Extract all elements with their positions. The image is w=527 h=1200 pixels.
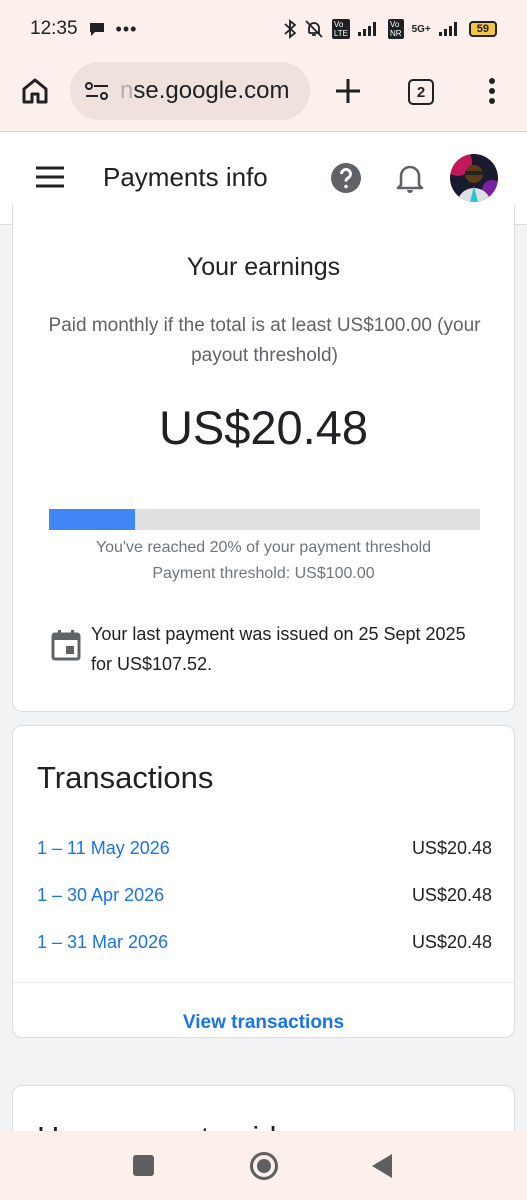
last-payment-text: Your last payment was issued on 25 Sept … [91, 624, 466, 674]
notifications-icon[interactable] [396, 162, 424, 194]
volte-badge: Vo LTE [331, 19, 350, 39]
site-settings-icon[interactable] [84, 80, 110, 102]
avatar[interactable] [450, 154, 498, 202]
transaction-amount: US$20.48 [411, 885, 492, 905]
transactions-title: Transactions [37, 760, 214, 795]
vonr-badge: Vo NR [388, 19, 404, 39]
system-navigation-bar [0, 1131, 527, 1200]
signal-icon [358, 22, 376, 36]
transaction-amount: US$20.48 [411, 932, 492, 952]
threshold-text: Payment threshold: US$100.00 [152, 565, 375, 582]
menu-icon[interactable] [36, 166, 64, 188]
battery-icon: 59 [468, 21, 497, 37]
network-type: 5G+ [411, 23, 431, 35]
earnings-subtitle: Paid monthly if the total is at least US… [48, 315, 481, 366]
threshold-progress-bar [49, 509, 480, 530]
tab-switcher-button[interactable]: 2 [408, 79, 434, 105]
transaction-row: 1 – 30 Apr 2026 US$20.48 [37, 885, 492, 911]
more-options-icon[interactable] [482, 76, 502, 106]
progress-text: You've reached 20% of your payment thres… [95, 539, 432, 556]
earnings-amount: US$20.48 [158, 401, 369, 454]
transaction-period-link[interactable]: 1 – 31 Mar 2026 [37, 932, 168, 953]
threshold-progress-fill [49, 509, 136, 530]
status-time: 12:35 [30, 18, 78, 39]
view-transactions-button[interactable]: View transactions [13, 1012, 514, 1034]
recents-button[interactable] [133, 1155, 154, 1176]
earnings-title: Your earnings [186, 253, 341, 281]
signal-icon-2 [438, 22, 457, 36]
chat-bubble-icon [89, 23, 104, 36]
transaction-amount: US$20.48 [411, 838, 492, 858]
help-icon[interactable] [330, 162, 362, 194]
earnings-card: Your earnings Paid monthly if the total … [12, 205, 515, 712]
url-text: nse.google.com [120, 77, 290, 104]
profile-photo-icon [450, 154, 498, 202]
home-button-icon[interactable] [249, 1151, 279, 1181]
transactions-card: Transactions 1 – 11 May 2026 US$20.48 1 … [12, 725, 515, 1038]
browser-toolbar: nse.google.com 2 [0, 58, 527, 132]
home-icon[interactable] [20, 76, 50, 106]
new-tab-icon[interactable] [332, 75, 364, 107]
page-title: Payments info [103, 162, 268, 192]
divider [13, 982, 514, 983]
transaction-row: 1 – 31 Mar 2026 US$20.48 [37, 932, 492, 958]
calendar-icon [51, 630, 81, 661]
back-button-icon[interactable] [371, 1153, 393, 1179]
mute-bell-icon [305, 20, 323, 38]
transaction-period-link[interactable]: 1 – 11 May 2026 [37, 838, 170, 859]
transaction-row: 1 – 11 May 2026 US$20.48 [37, 838, 492, 864]
transaction-period-link[interactable]: 1 – 30 Apr 2026 [37, 885, 164, 906]
more-notifications-icon: ••• [115, 18, 138, 39]
address-bar[interactable]: nse.google.com [70, 62, 310, 120]
bluetooth-icon [284, 19, 296, 39]
status-bar: 12:35 ••• Vo LTE Vo NR 5G+ 59 [0, 0, 527, 58]
